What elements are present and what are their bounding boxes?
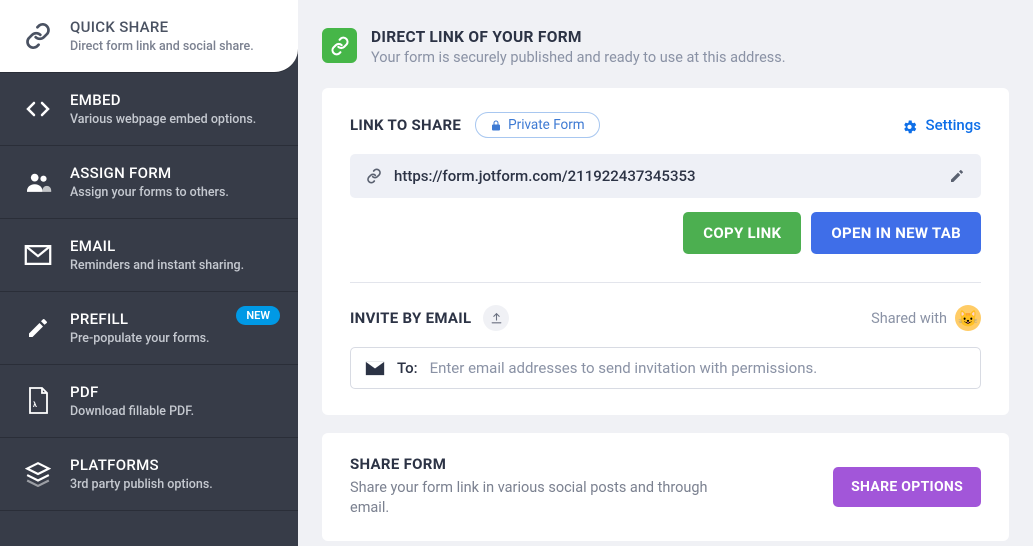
hero-title: DIRECT LINK OF YOUR FORM [371,28,786,46]
settings-label: Settings [925,116,981,134]
share-options-button[interactable]: SHARE OPTIONS [833,467,981,507]
sidebar-item-subtitle: Various webpage embed options. [70,112,278,127]
link-icon [20,22,56,50]
sidebar-item-title: ASSIGN FORM [70,164,278,182]
share-form-card: SHARE FORM Share your form link in vario… [322,433,1009,541]
link-hero-icon [322,28,357,63]
sidebar-item-title: PLATFORMS [70,456,278,474]
hero-subtitle: Your form is securely published and read… [371,49,786,66]
shared-with: Shared with 😺 [871,305,981,331]
sidebar-item-title: PDF [70,383,278,401]
copy-link-button[interactable]: COPY LINK [683,212,801,254]
shared-avatar[interactable]: 😺 [955,305,981,331]
link-small-icon [366,168,382,184]
sidebar-item-pdf[interactable]: λ PDF Download fillable PDF. [0,365,298,438]
link-card: LINK TO SHARE Private Form Settings htt [322,88,1009,415]
code-icon [20,97,56,121]
hero-header: DIRECT LINK OF YOUR FORM Your form is se… [322,28,1009,66]
svg-text:λ: λ [33,401,37,409]
sidebar-item-embed[interactable]: EMBED Various webpage embed options. [0,73,298,146]
edit-url-icon[interactable] [949,168,965,184]
share-form-subtitle: Share your form link in various social p… [350,478,750,519]
lock-icon [490,119,502,132]
sidebar-item-email[interactable]: EMAIL Reminders and instant sharing. [0,219,298,292]
sidebar-item-quick-share[interactable]: QUICK SHARE Direct form link and social … [0,0,298,73]
sidebar-item-subtitle: Download fillable PDF. [70,404,278,419]
sidebar-item-subtitle: Direct form link and social share. [70,39,278,54]
sidebar: QUICK SHARE Direct form link and social … [0,0,298,546]
main-content: DIRECT LINK OF YOUR FORM Your form is se… [298,0,1033,546]
open-new-tab-button[interactable]: OPEN IN NEW TAB [811,212,981,254]
url-box: https://form.jotform.com/211922437345353 [350,154,981,198]
sidebar-item-subtitle: Reminders and instant sharing. [70,258,278,273]
to-label: To: [397,359,418,377]
pencil-icon [20,316,56,340]
divider [350,282,981,283]
mail-icon [365,361,385,376]
shared-with-label: Shared with [871,310,947,327]
email-addresses-input[interactable] [430,359,966,377]
settings-link[interactable]: Settings [901,116,981,134]
private-form-label: Private Form [508,117,585,133]
sidebar-item-title: EMAIL [70,237,278,255]
layers-icon [20,461,56,487]
sidebar-item-prefill[interactable]: PREFILL Pre-populate your forms. NEW [0,292,298,365]
envelope-icon [20,245,56,265]
new-badge: NEW [236,306,280,325]
people-icon [20,171,56,193]
sidebar-item-title: QUICK SHARE [70,18,278,36]
link-section-title: LINK TO SHARE [350,116,461,134]
invite-section-title: INVITE BY EMAIL [350,309,471,327]
private-form-pill[interactable]: Private Form [475,112,600,138]
sidebar-item-subtitle: Pre-populate your forms. [70,331,278,346]
pdf-icon: λ [20,387,56,415]
sidebar-item-subtitle: Assign your forms to others. [70,185,278,200]
sidebar-item-assign-form[interactable]: ASSIGN FORM Assign your forms to others. [0,146,298,219]
upload-icon[interactable] [483,305,509,331]
email-input-row: To: [350,347,981,389]
share-form-title: SHARE FORM [350,455,750,473]
sidebar-item-title: EMBED [70,91,278,109]
form-url: https://form.jotform.com/211922437345353 [394,167,937,185]
sidebar-item-subtitle: 3rd party publish options. [70,477,278,492]
gear-icon [901,117,918,134]
sidebar-item-platforms[interactable]: PLATFORMS 3rd party publish options. [0,438,298,511]
